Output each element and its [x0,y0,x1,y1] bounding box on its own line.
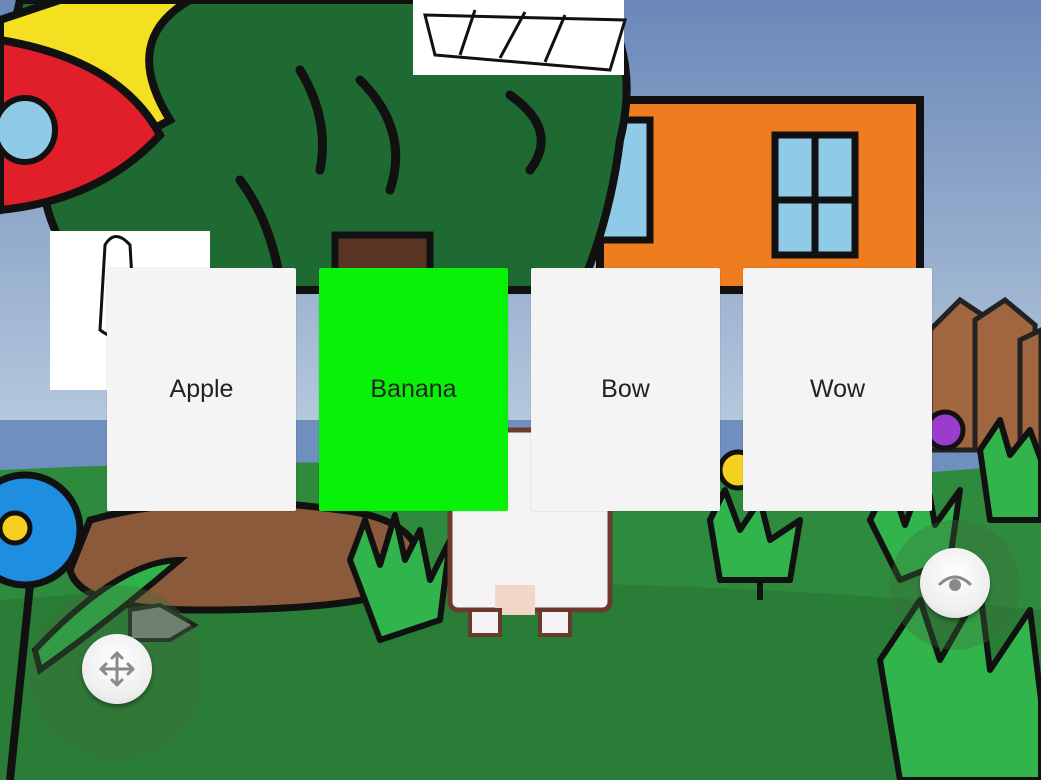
look-joystick-button[interactable] [920,548,990,618]
house [586,96,924,294]
choice-card-banana[interactable]: Banana [319,268,508,511]
choice-card-wow[interactable]: Wow [743,268,932,511]
choice-card-bow[interactable]: Bow [531,268,720,511]
move-joystick-button[interactable] [82,634,152,704]
eye-icon [938,575,972,591]
move-arrows-icon [99,651,135,687]
top-sign [413,0,628,75]
choice-card-apple[interactable]: Apple [107,268,296,511]
